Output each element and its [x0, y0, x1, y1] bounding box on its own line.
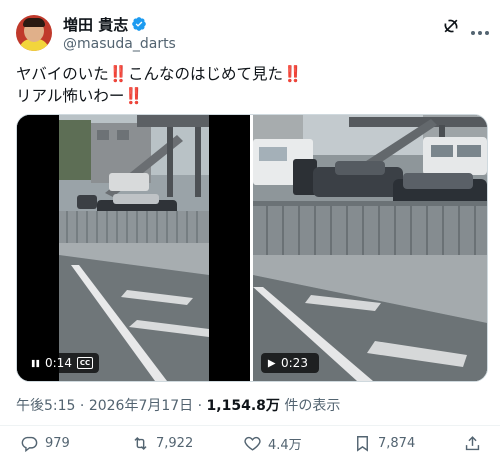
bookmark-count: 7,874	[378, 436, 416, 451]
like-button[interactable]: 4.4万	[243, 434, 302, 453]
share-icon	[465, 436, 480, 451]
tweet-text: ヤバイのいた‼️こんなのはじめて見た‼️ リアル怖いわー‼️	[16, 63, 484, 107]
action-bar: 979 7,922 4.4万 7,874	[0, 425, 500, 464]
handle[interactable]: @masuda_darts	[63, 36, 176, 52]
video-2-controls[interactable]: 0:23	[261, 353, 319, 373]
double-exclamation-emoji: ‼️	[124, 87, 144, 105]
video-2[interactable]: 0:23	[253, 115, 487, 381]
avatar-hair	[23, 18, 45, 27]
repost-button[interactable]: 7,922	[131, 434, 193, 453]
video-1-duration: 0:14	[45, 356, 72, 370]
play-icon[interactable]	[267, 358, 276, 368]
post-time[interactable]: 午後5:15	[16, 398, 75, 414]
views-count[interactable]: 1,154.8万	[207, 398, 280, 414]
reply-icon	[21, 436, 38, 453]
like-count: 4.4万	[268, 438, 302, 453]
double-exclamation-emoji: ‼️	[108, 65, 129, 83]
post-date[interactable]: 2026年7月17日	[89, 398, 193, 414]
tweet-text-segment: ヤバイのいた	[16, 65, 109, 83]
tweet-text-segment: リアル怖いわー	[16, 87, 125, 105]
grok-icon[interactable]	[441, 16, 461, 36]
reply-button[interactable]: 979	[20, 434, 70, 453]
video-1-frame	[17, 115, 250, 381]
display-name-row: 増田 貴志	[63, 14, 176, 34]
tweet-card: 増田 貴志 @masuda_darts ヤバイのいた‼️こんなのはじめて見た‼️…	[0, 0, 500, 463]
avatar[interactable]	[16, 15, 52, 51]
double-exclamation-emoji: ‼️	[283, 65, 303, 83]
media-grid: 0:14 CC 0:23	[16, 114, 488, 382]
timestamp-row: 午後5:15 · 2026年7月17日 · 1,154.8万 件の表示	[16, 395, 340, 415]
video-2-duration: 0:23	[281, 356, 308, 370]
pause-icon[interactable]	[31, 359, 40, 368]
more-options-icon[interactable]	[470, 22, 490, 35]
heart-icon	[244, 436, 261, 451]
bookmark-icon	[357, 436, 368, 452]
video-1-controls[interactable]: 0:14 CC	[25, 353, 99, 373]
repost-icon	[134, 436, 147, 451]
video-2-frame	[253, 115, 487, 381]
meta-separator: ·	[75, 398, 89, 414]
user-block: 増田 貴志 @masuda_darts	[63, 14, 176, 53]
display-name[interactable]: 増田 貴志	[63, 14, 128, 35]
repost-count: 7,922	[156, 436, 194, 451]
tweet-line-2: リアル怖いわー‼️	[16, 85, 484, 107]
tweet-line-1: ヤバイのいた‼️こんなのはじめて見た‼️	[16, 63, 484, 85]
reply-count: 979	[45, 436, 70, 451]
closed-captions-icon[interactable]: CC	[76, 357, 93, 369]
video-1[interactable]: 0:14 CC	[17, 115, 250, 381]
verified-badge-icon[interactable]	[131, 16, 147, 32]
bookmark-button[interactable]: 7,874	[353, 434, 415, 453]
meta-separator: ·	[193, 398, 207, 414]
tweet-text-segment: こんなのはじめて見た	[128, 65, 284, 83]
views-label: 件の表示	[279, 398, 341, 414]
share-button[interactable]	[463, 434, 482, 453]
